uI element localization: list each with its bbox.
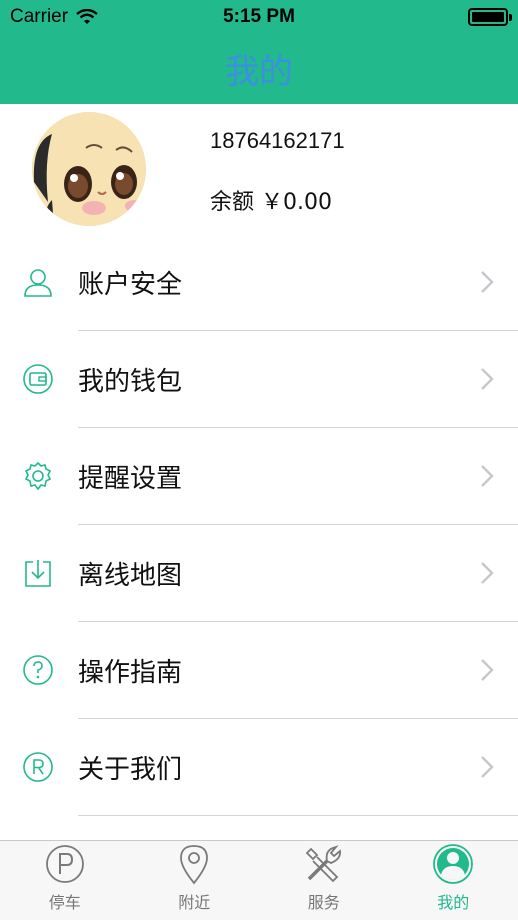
status-bar: Carrier 5:15 PM xyxy=(0,0,518,34)
menu-list: 账户安全 我的钱包 提醒设置 离线地图 操作指南 关于我们 xyxy=(0,234,518,816)
menu-item-label: 操作指南 xyxy=(78,658,183,688)
menu-item-account-security[interactable]: 账户安全 xyxy=(0,234,518,331)
header: Carrier 5:15 PM 我的 xyxy=(0,0,518,104)
phone-number: 18764162171 xyxy=(210,128,345,153)
tab-parking[interactable]: 停车 xyxy=(0,841,130,920)
chevron-right-icon xyxy=(481,368,494,390)
tab-label: 我的 xyxy=(437,893,470,912)
battery-icon xyxy=(468,8,512,26)
status-time: 5:15 PM xyxy=(223,6,295,27)
menu-item-label: 离线地图 xyxy=(78,561,183,591)
gear-icon xyxy=(24,461,52,491)
chevron-right-icon xyxy=(481,756,494,778)
menu-item-reminder-settings[interactable]: 提醒设置 xyxy=(0,428,518,525)
location-pin-icon xyxy=(180,845,209,885)
menu-item-about-us[interactable]: 关于我们 xyxy=(0,719,518,816)
tab-bar: 停车 附近 服务 我的 xyxy=(0,840,518,920)
user-icon xyxy=(24,269,52,297)
balance-text: 余额 ￥0.00 xyxy=(210,190,332,215)
menu-item-wallet[interactable]: 我的钱包 xyxy=(0,331,518,428)
avatar[interactable] xyxy=(32,112,146,226)
page-title: 我的 xyxy=(225,52,293,92)
download-icon xyxy=(25,560,51,587)
tab-label: 停车 xyxy=(48,893,81,912)
tab-mine[interactable]: 我的 xyxy=(389,841,518,920)
avatar-image xyxy=(32,112,146,226)
profile-section[interactable]: 18764162171 余额 ￥0.00 xyxy=(0,104,518,230)
profile-icon xyxy=(433,844,474,884)
wallet-icon xyxy=(23,364,53,394)
chevron-right-icon xyxy=(481,562,494,584)
tools-icon xyxy=(305,845,341,883)
menu-item-label: 我的钱包 xyxy=(78,367,183,397)
chevron-right-icon xyxy=(481,659,494,681)
divider xyxy=(78,815,518,816)
menu-item-label: 关于我们 xyxy=(78,755,183,785)
registered-icon xyxy=(23,752,53,782)
question-icon xyxy=(23,655,53,685)
menu-item-user-guide[interactable]: 操作指南 xyxy=(0,622,518,719)
chevron-right-icon xyxy=(481,271,494,293)
chevron-right-icon xyxy=(481,465,494,487)
menu-item-label: 账户安全 xyxy=(78,270,183,300)
parking-icon xyxy=(45,845,84,883)
tab-nearby[interactable]: 附近 xyxy=(130,841,260,920)
menu-item-label: 提醒设置 xyxy=(78,464,183,494)
menu-item-offline-map[interactable]: 离线地图 xyxy=(0,525,518,622)
tab-label: 服务 xyxy=(307,893,340,912)
tab-services[interactable]: 服务 xyxy=(259,841,389,920)
tab-label: 附近 xyxy=(178,893,211,912)
